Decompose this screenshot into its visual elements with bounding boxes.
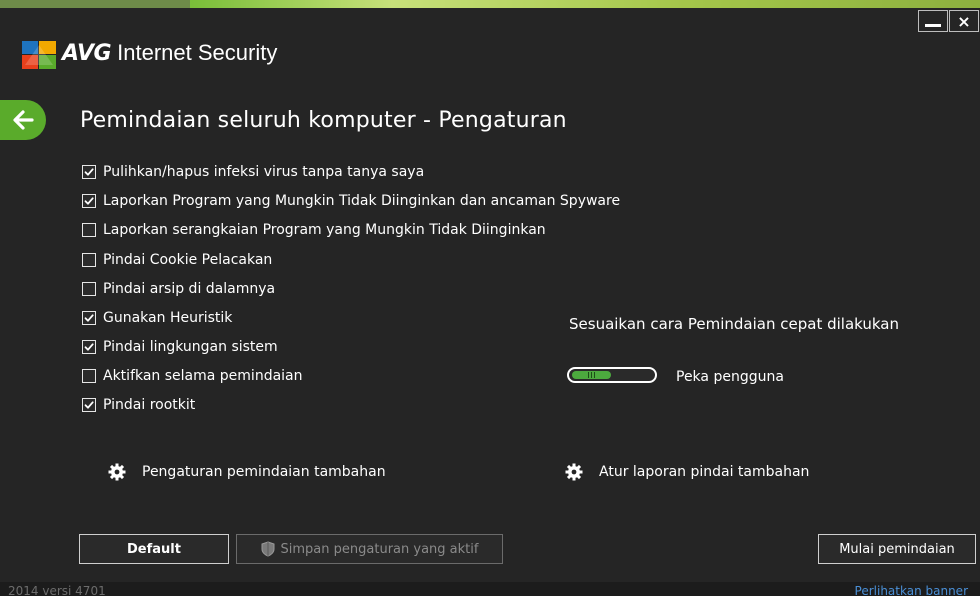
- option-label: Pindai arsip di dalamnya: [103, 281, 276, 297]
- option-checkbox[interactable]: [82, 398, 96, 412]
- product-name: Internet Security: [117, 40, 278, 65]
- start-scan-label: Mulai pemindaian: [839, 541, 955, 557]
- default-button-label: Default: [127, 541, 181, 557]
- top-accent-bar-dark: [0, 0, 190, 8]
- checkmark-icon: [84, 343, 94, 351]
- default-button[interactable]: Default: [79, 534, 229, 564]
- option-label: Aktifkan selama pemindaian: [103, 368, 303, 384]
- additional-scan-settings-link[interactable]: Pengaturan pemindaian tambahan: [108, 463, 386, 481]
- option-row[interactable]: Pindai arsip di dalamnya: [82, 279, 275, 299]
- app-title: AVG Internet Security: [62, 40, 277, 66]
- option-label: Laporkan serangkaian Program yang Mungki…: [103, 222, 546, 238]
- shield-icon: [261, 541, 275, 557]
- quick-scan-title: Sesuaikan cara Pemindaian cepat dilakuka…: [569, 315, 899, 333]
- option-label: Gunakan Heuristik: [103, 310, 233, 326]
- option-label: Pindai Cookie Pelacakan: [103, 252, 273, 268]
- slider-handle[interactable]: [572, 371, 611, 379]
- minimize-button[interactable]: [918, 10, 948, 32]
- checkmark-icon: [84, 168, 94, 176]
- option-row[interactable]: Laporkan Program yang Mungkin Tidak Diin…: [82, 191, 620, 211]
- app-window: × AVG Internet Security Pemindaian selur…: [0, 0, 980, 596]
- gear-icon: [565, 463, 583, 481]
- additional-report-settings-link[interactable]: Atur laporan pindai tambahan: [565, 463, 809, 481]
- gear-icon: [108, 463, 126, 481]
- option-label: Pindai rootkit: [103, 397, 196, 413]
- show-banner-link[interactable]: Perlihatkan banner: [855, 584, 968, 596]
- option-row[interactable]: Pindai lingkungan sistem: [82, 337, 278, 357]
- checkmark-icon: [84, 314, 94, 322]
- checkmark-icon: [84, 401, 94, 409]
- minimize-icon: [925, 23, 941, 27]
- option-checkbox[interactable]: [82, 369, 96, 383]
- brand-name: AVG: [62, 41, 112, 66]
- start-scan-button[interactable]: Mulai pemindaian: [818, 534, 976, 564]
- option-checkbox[interactable]: [82, 194, 96, 208]
- back-button[interactable]: [0, 100, 46, 140]
- avg-logo-icon: [22, 41, 56, 69]
- close-button[interactable]: ×: [949, 10, 979, 32]
- option-row[interactable]: Pulihkan/hapus infeksi virus tanpa tanya…: [82, 162, 424, 182]
- arrow-left-icon: [13, 110, 34, 130]
- option-row[interactable]: Gunakan Heuristik: [82, 308, 232, 328]
- additional-report-settings-label: Atur laporan pindai tambahan: [599, 464, 810, 480]
- option-checkbox[interactable]: [82, 311, 96, 325]
- save-settings-button[interactable]: Simpan pengaturan yang aktif: [236, 534, 503, 564]
- additional-scan-settings-label: Pengaturan pemindaian tambahan: [142, 464, 386, 480]
- option-checkbox[interactable]: [82, 253, 96, 267]
- slider-label: Peka pengguna: [676, 369, 784, 385]
- option-row[interactable]: Pindai rootkit: [82, 395, 195, 415]
- option-checkbox[interactable]: [82, 282, 96, 296]
- option-label: Pulihkan/hapus infeksi virus tanpa tanya…: [103, 164, 425, 180]
- footer-bar: [0, 582, 980, 596]
- option-label: Laporkan Program yang Mungkin Tidak Diin…: [103, 193, 621, 209]
- option-checkbox[interactable]: [82, 223, 96, 237]
- option-row[interactable]: Aktifkan selama pemindaian: [82, 366, 303, 386]
- save-settings-label: Simpan pengaturan yang aktif: [280, 541, 479, 557]
- checkmark-icon: [84, 197, 94, 205]
- option-row[interactable]: Pindai Cookie Pelacakan: [82, 250, 272, 270]
- option-checkbox[interactable]: [82, 165, 96, 179]
- version-text: 2014 versi 4701: [8, 584, 106, 596]
- close-icon: ×: [957, 11, 971, 31]
- sensitivity-slider[interactable]: [567, 367, 657, 383]
- page-title: Pemindaian seluruh komputer - Pengaturan: [80, 108, 567, 133]
- option-row[interactable]: Laporkan serangkaian Program yang Mungki…: [82, 220, 546, 240]
- option-checkbox[interactable]: [82, 340, 96, 354]
- option-label: Pindai lingkungan sistem: [103, 339, 278, 355]
